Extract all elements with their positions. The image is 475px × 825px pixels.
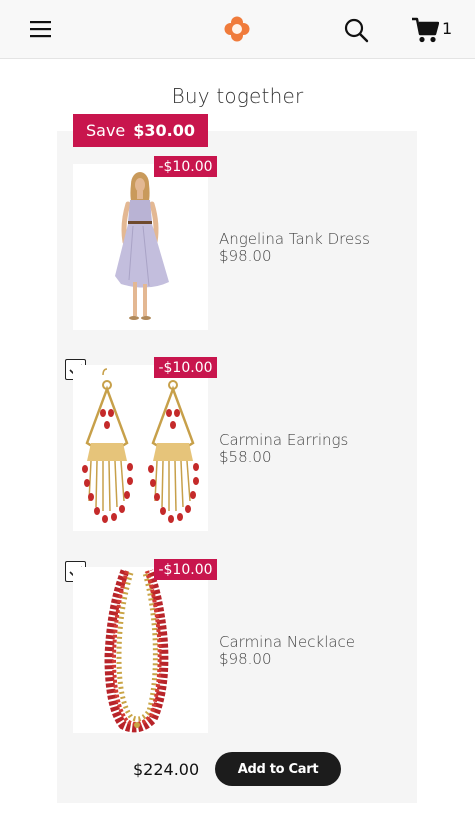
bundle-product-dress: -$10.00 Angelina Tank Dress $98.00 bbox=[57, 131, 417, 330]
cart-count-badge: 1 bbox=[442, 19, 453, 38]
product-info: Angelina Tank Dress $98.00 bbox=[219, 231, 370, 265]
menu-button[interactable] bbox=[29, 18, 53, 40]
discount-badge: -$10.00 bbox=[154, 156, 217, 177]
product-image-earrings[interactable] bbox=[73, 365, 208, 531]
product-name[interactable]: Angelina Tank Dress bbox=[219, 231, 370, 248]
product-image-necklace[interactable] bbox=[73, 567, 208, 733]
logo-icon bbox=[224, 16, 250, 42]
necklace-image bbox=[73, 567, 208, 733]
discount-badge: -$10.00 bbox=[154, 559, 217, 580]
product-name[interactable]: Carmina Earrings bbox=[219, 432, 348, 449]
bundle-product-earrings: -$10.00 Carmina Earrings $58.00 bbox=[57, 332, 417, 531]
add-to-cart-button[interactable]: Add to Cart bbox=[215, 752, 341, 786]
section-title: Buy together bbox=[171, 84, 304, 108]
product-image-dress[interactable] bbox=[73, 164, 208, 330]
product-price: $98.00 bbox=[219, 247, 272, 265]
bundle-total-row: $224.00 Add to Cart bbox=[57, 752, 417, 786]
search-icon bbox=[344, 18, 369, 43]
product-name[interactable]: Carmina Necklace bbox=[219, 634, 355, 651]
logo[interactable] bbox=[224, 16, 250, 42]
bundle-product-necklace: -$10.00 Carmina Necklace $98.00 bbox=[57, 534, 417, 733]
top-bar: 1 bbox=[0, 0, 475, 59]
search-button[interactable] bbox=[343, 17, 369, 43]
product-info: Carmina Necklace $98.00 bbox=[219, 634, 355, 668]
product-info: Carmina Earrings $58.00 bbox=[219, 432, 348, 466]
product-price: $98.00 bbox=[219, 650, 272, 668]
cart-icon bbox=[412, 17, 440, 43]
product-price: $58.00 bbox=[219, 448, 272, 466]
bundle-total-price: $224.00 bbox=[133, 760, 200, 779]
earrings-image bbox=[73, 365, 208, 531]
hamburger-menu-icon bbox=[30, 21, 51, 38]
cart-button[interactable]: 1 bbox=[411, 16, 461, 44]
dress-image bbox=[73, 164, 208, 330]
discount-badge: -$10.00 bbox=[154, 357, 217, 378]
